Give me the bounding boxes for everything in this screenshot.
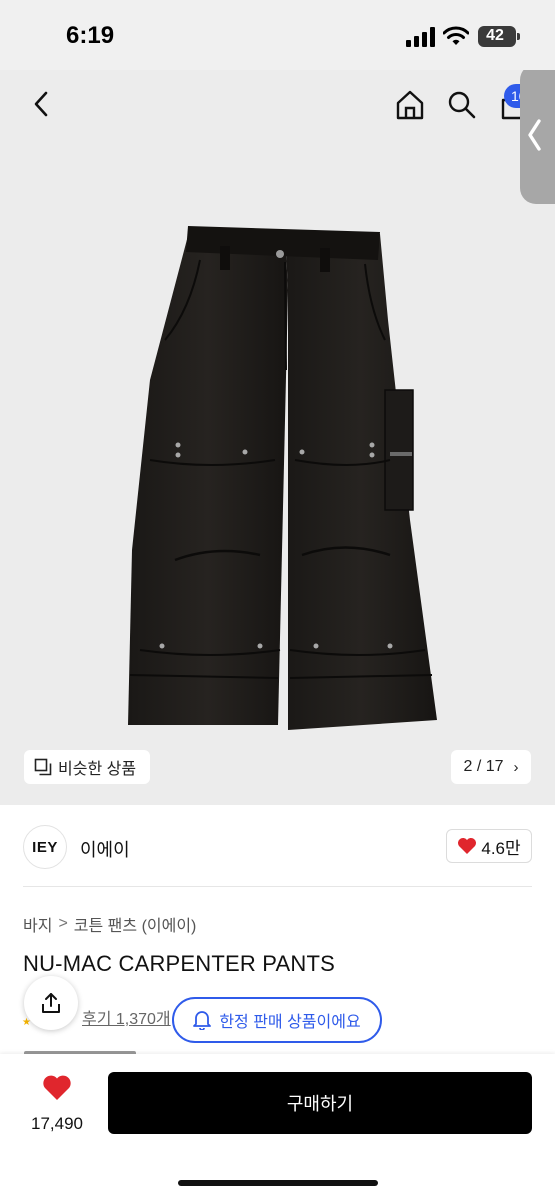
image-page-indicator[interactable]: 2 / 17 › (451, 750, 531, 784)
chevron-left-icon (528, 119, 541, 151)
brand-like-button[interactable]: 4.6만 (446, 829, 532, 863)
bottom-action-bar: 17,490 구매하기 (0, 1054, 555, 1200)
battery-tip (517, 33, 520, 40)
brand-likes-count: 4.6만 (481, 838, 521, 858)
page-indicator-text: 2 / 17 (463, 758, 504, 775)
cellular-signal-icon (406, 27, 435, 47)
breadcrumb-separator: > (58, 915, 68, 932)
breadcrumb: 바지 > 코튼 팬츠 (이에이) (23, 912, 196, 936)
brand-logo[interactable]: IEY (23, 825, 67, 869)
share-button[interactable] (24, 976, 78, 1030)
breadcrumb-item-pants[interactable]: 바지 (23, 912, 52, 936)
status-time: 6:19 (66, 22, 115, 49)
brand-row: IEY 이에이 4.6만 (0, 805, 555, 885)
wishlist-count: 17,490 (31, 1114, 83, 1133)
home-icon (396, 90, 424, 120)
home-button[interactable] (390, 85, 430, 125)
wishlist-button[interactable]: 17,490 (22, 1072, 92, 1136)
similar-products-button[interactable]: 비슷한 상품 (24, 750, 150, 784)
heart-icon (43, 1075, 71, 1100)
limited-sale-notice[interactable]: 한정 판매 상품이에요 (172, 997, 382, 1043)
status-bar: 6:19 42 (0, 0, 555, 70)
battery-icon: 42 (478, 26, 516, 47)
share-icon (42, 993, 60, 1013)
similar-products-label: 비슷한 상품 (58, 761, 137, 778)
product-gallery[interactable]: 10 비슷한 상품 2 / 17 › (0, 70, 555, 805)
wifi-icon (443, 26, 469, 45)
chevron-right-icon: › (513, 758, 519, 776)
search-icon (448, 91, 476, 119)
limited-sale-label: 한정 판매 상품이에요 (219, 1014, 361, 1031)
divider (23, 886, 532, 887)
back-button[interactable] (22, 85, 60, 123)
bell-icon (193, 1011, 212, 1030)
home-indicator (178, 1180, 378, 1186)
copy-icon (34, 758, 52, 776)
heart-icon (458, 838, 477, 854)
buy-button[interactable]: 구매하기 (108, 1072, 532, 1134)
battery-level: 42 (486, 27, 504, 44)
product-image[interactable] (120, 220, 450, 740)
product-title: NU-MAC CARPENTER PANTS (23, 951, 336, 976)
search-button[interactable] (442, 85, 482, 125)
breadcrumb-item-cotton-pants[interactable]: 코튼 팬츠 (이에이) (74, 912, 197, 936)
brand-name[interactable]: 이에이 (80, 836, 130, 862)
review-count-link[interactable]: 후기 1,370개 (82, 1005, 182, 1029)
back-icon (34, 91, 48, 117)
side-panel-handle[interactable] (520, 70, 555, 204)
